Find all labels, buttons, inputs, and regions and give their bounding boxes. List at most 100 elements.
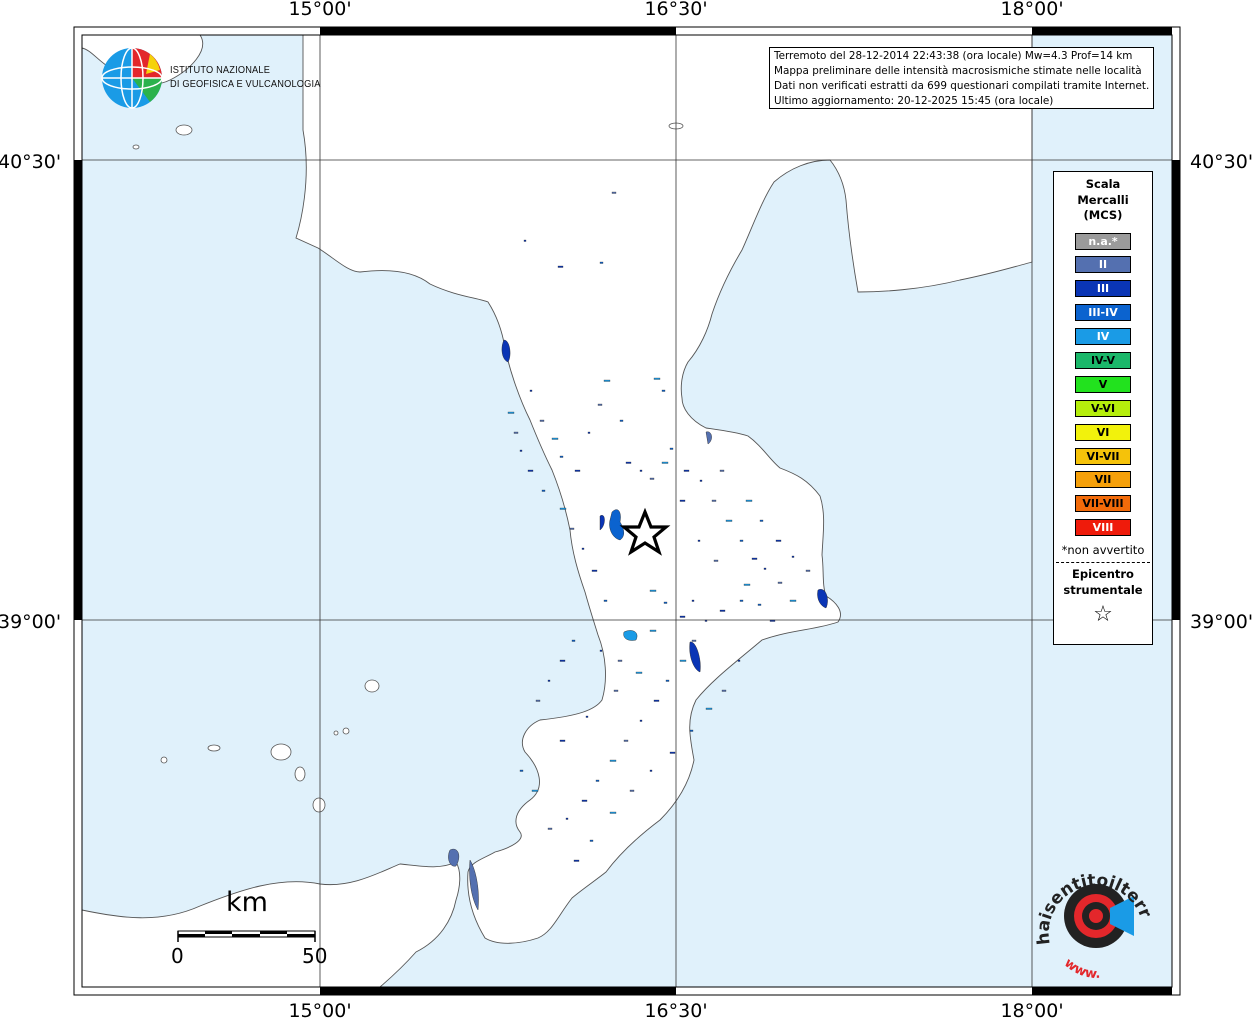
intensity-patch-small	[791, 555, 795, 558]
intensity-patch-small	[613, 689, 619, 692]
intensity-patch-small	[661, 461, 669, 464]
intensity-patch-small	[559, 455, 564, 458]
intensity-patch-small	[653, 699, 660, 702]
intensity-patch-small	[649, 589, 657, 592]
lat-label-right-1: 40°30'	[1190, 151, 1254, 173]
intensity-patch-small	[669, 751, 676, 754]
legend-item-7: V-VI	[1075, 399, 1131, 417]
legend-title: Scala Mercalli (MCS)	[1054, 177, 1152, 224]
legend-item-12: VIII	[1075, 519, 1131, 537]
intensity-patch-small	[697, 539, 701, 542]
legend-item-1: II	[1075, 256, 1131, 274]
intensity-patch-small	[711, 499, 717, 502]
intensity-patch-small	[591, 569, 598, 572]
intensity-patch-small	[559, 659, 566, 662]
intensity-patch-small	[565, 817, 569, 820]
intensity-patch-small	[559, 507, 567, 510]
intensity-patch-small	[519, 449, 523, 452]
intensity-patch-small	[559, 739, 566, 742]
intensity-patch-small	[649, 477, 655, 480]
intensity-patch-small	[599, 649, 603, 652]
intensity-patch-small	[757, 603, 762, 606]
intensity-patch-small	[745, 499, 753, 502]
intensity-patch-small	[719, 469, 725, 472]
intensity-patch-small	[805, 569, 811, 572]
intensity-patch-small	[585, 715, 589, 718]
scale-max-label: 50	[302, 944, 328, 968]
intensity-patch-small	[679, 499, 686, 502]
legend-item-10: VII	[1075, 471, 1131, 489]
event-info-line-4: Ultimo aggiornamento: 20-12-2025 15:45 (…	[774, 95, 1054, 107]
intensity-patch-small	[619, 419, 624, 422]
legend-epicenter-line-2: strumentale	[1063, 582, 1143, 597]
lon-label-bottom-3: 18°00'	[1000, 1000, 1064, 1022]
intensity-patch-small	[581, 547, 585, 550]
haisentito-logo-www: www.	[1061, 956, 1100, 982]
intensity-patch-small	[751, 557, 758, 560]
intensity-patch-small	[557, 265, 564, 268]
intensity-patch-small	[519, 769, 524, 772]
ingv-logo-icon	[101, 47, 163, 109]
intensity-patch-small	[691, 639, 697, 642]
intensity-patch-small	[609, 759, 617, 762]
event-info-line-3: Dati non verificati estratti da 699 ques…	[774, 80, 1150, 92]
legend-star-icon: ☆	[1093, 602, 1113, 628]
legend-item-9: VI-VII	[1075, 447, 1131, 465]
intensity-patch-small	[595, 779, 600, 782]
lon-label-top-3: 18°00'	[1000, 0, 1064, 20]
scale-min-label: 0	[171, 944, 184, 968]
intensity-patch-small	[639, 719, 643, 722]
legend-note: *non avvertito	[1061, 543, 1145, 558]
intensity-patch-small	[574, 469, 581, 472]
intensity-patch-small	[589, 839, 594, 842]
intensity-patch-small	[513, 431, 519, 434]
legend-items: n.a.* II III III-IV IV IV-V V V-VI VI VI-VII VII VI…	[1054, 232, 1152, 537]
intensity-patch-small	[569, 527, 575, 530]
intensity-patch-small	[743, 583, 751, 586]
intensity-patch-small	[653, 377, 661, 380]
legend-item-8: VI	[1075, 423, 1131, 441]
legend-epicenter-line-1: Epicentro	[1072, 567, 1134, 582]
intensity-patch-small	[763, 567, 767, 570]
intensity-patch-small	[629, 789, 635, 792]
intensity-patch-small	[759, 519, 764, 522]
intensity-patch-small	[535, 699, 541, 702]
legend-separator	[1056, 562, 1150, 564]
legend-item-0: n.a.*	[1075, 232, 1131, 250]
lat-label-left-2: 39°00'	[0, 611, 62, 633]
legend-title-line-1: Scala	[1085, 177, 1121, 191]
intensity-patch-small	[507, 411, 515, 414]
intensity-patch-small	[737, 659, 741, 662]
legend-item-6: V	[1075, 375, 1131, 393]
ingv-logo-line2: DI GEOFISICA E VULCANOLOGIA	[170, 78, 321, 90]
intensity-patch-small	[679, 659, 687, 662]
intensity-patch-small	[539, 419, 545, 422]
intensity-patch-small	[551, 437, 559, 440]
legend-item-3: III-IV	[1075, 304, 1131, 322]
legend-item-11: VII-VIII	[1075, 495, 1131, 513]
intensity-patch-small	[573, 859, 580, 862]
intensity-patch-small	[669, 447, 674, 450]
intensity-patch-small	[775, 539, 782, 542]
intensity-patch-small	[699, 479, 703, 482]
lon-label-bottom-2: 16°30'	[644, 1000, 708, 1022]
intensity-patch-small	[571, 639, 576, 642]
intensity-patch-small	[623, 739, 629, 742]
svg-text:www.: www.	[1061, 956, 1100, 982]
intensity-patch-small	[661, 389, 666, 392]
patch-sicily-coast	[448, 848, 460, 867]
intensity-patch-small	[725, 519, 733, 522]
intensity-patch-small	[587, 431, 591, 434]
intensity-patch-small	[739, 599, 744, 602]
intensity-patch-small	[599, 261, 604, 264]
intensity-patch-small	[635, 671, 643, 674]
event-info-box: Terremoto del 28-12-2014 22:43:38 (ora l…	[769, 47, 1154, 109]
ingv-logo-line1: ISTITUTO NAZIONALE	[170, 64, 271, 76]
intensity-patch-small	[689, 729, 694, 732]
lon-label-top-2: 16°30'	[644, 0, 708, 20]
intensity-patch-small	[527, 469, 534, 472]
intensity-patch-small	[531, 789, 539, 792]
intensity-patch-small	[603, 599, 608, 602]
intensity-patch-small	[679, 615, 686, 618]
legend-item-5: IV-V	[1075, 351, 1131, 369]
